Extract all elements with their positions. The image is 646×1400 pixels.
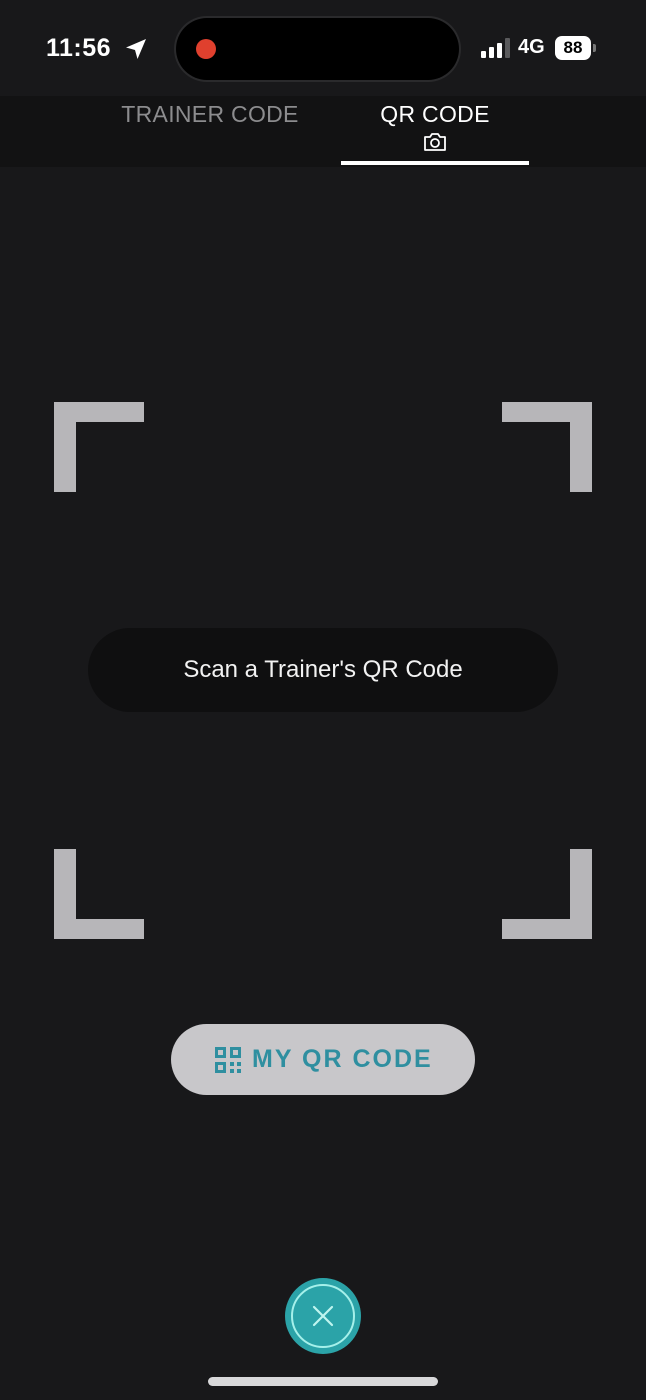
scanner-corner-top-right (502, 402, 592, 492)
my-qr-code-label: MY QR CODE (252, 1045, 433, 1073)
scanner-corner-top-left (54, 402, 144, 492)
status-bar: 11:56 4G 88 (0, 0, 646, 96)
close-icon (312, 1305, 334, 1327)
tab-trainer-code-label: TRAINER CODE (121, 101, 299, 127)
camera-icon (424, 133, 446, 151)
tab-selected-indicator (341, 161, 529, 165)
tab-trainer-code[interactable]: TRAINER CODE (110, 96, 310, 167)
battery-cap (593, 44, 596, 52)
scan-instruction: Scan a Trainer's QR Code (88, 628, 558, 712)
scanner-corner-bottom-left (54, 849, 144, 939)
qr-code-icon (215, 1047, 241, 1073)
my-qr-code-button[interactable]: MY QR CODE (171, 1024, 475, 1095)
tab-qr-code[interactable]: QR CODE (341, 96, 529, 167)
screen-recording-dot (196, 39, 216, 59)
close-button[interactable] (285, 1278, 361, 1354)
scanner-corner-bottom-right (502, 849, 592, 939)
status-time: 11:56 (46, 34, 112, 62)
location-arrow-icon (126, 39, 146, 59)
network-type: 4G (518, 36, 545, 58)
home-indicator[interactable] (208, 1377, 438, 1386)
dynamic-island (176, 18, 459, 80)
tab-qr-code-label: QR CODE (380, 101, 490, 127)
battery-icon: 88 (555, 36, 596, 60)
cellular-signal-icon (481, 38, 510, 58)
battery-level: 88 (555, 36, 591, 60)
tab-bar: TRAINER CODE QR CODE (0, 96, 646, 167)
